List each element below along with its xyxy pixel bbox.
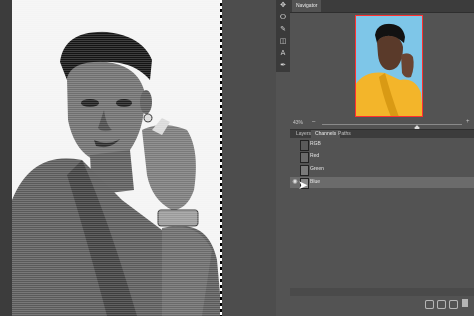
channel-thumbnail [300,140,309,151]
portrait-blue-channel-image [12,0,222,316]
save-selection-icon[interactable] [437,300,446,309]
pen-tool-icon[interactable]: ✒ [276,60,290,72]
channels-list: RGB Red Green ◉ Blue [290,138,474,288]
navigator-zoom-row: 43% – + [290,119,474,131]
navigator-header: Navigator [290,0,474,13]
tab-navigator[interactable]: Navigator [292,0,322,12]
channel-row-red[interactable]: Red [290,151,474,163]
lasso-tool-icon[interactable]: ⵔ [276,12,290,24]
pointer-cursor-icon: ➤ [298,178,309,192]
brush-tool-icon[interactable]: ✎ [276,24,290,36]
channel-row-green[interactable]: Green [290,164,474,176]
canvas-pasteboard [0,0,12,316]
move-tool-icon[interactable]: ✥ [276,0,290,12]
load-selection-icon[interactable] [425,300,434,309]
new-channel-icon[interactable] [449,300,458,309]
channel-row-rgb[interactable]: RGB [290,139,474,151]
trash-icon[interactable] [462,299,468,307]
zoom-out-icon[interactable]: – [312,119,315,125]
type-tool-icon[interactable]: A [276,48,290,60]
right-panels: Navigator 43% – + Layers Channels Paths [290,0,474,316]
channel-thumbnail [300,152,309,163]
navigator-view-box[interactable] [355,15,423,117]
navigator-panel [290,13,474,119]
channel-thumbnail [300,165,309,176]
visibility-icon[interactable] [291,165,299,174]
document-canvas[interactable] [0,0,276,316]
workspace-gap [276,72,290,316]
visibility-icon[interactable] [291,152,299,161]
channel-row-blue[interactable]: ◉ Blue [290,177,474,189]
zoom-in-icon[interactable]: + [466,119,470,125]
channel-name: Red [310,153,320,159]
zoom-level[interactable]: 43% [293,120,303,126]
visibility-icon[interactable] [291,140,299,149]
tool-strip: ✥ ⵔ ✎ ◫ A ✒ [276,0,291,72]
eraser-tool-icon[interactable]: ◫ [276,36,290,48]
channel-name: RGB [310,141,321,147]
selection-marquee-edge [220,0,222,316]
zoom-slider[interactable] [322,124,462,131]
channel-name: Green [310,166,324,172]
channel-name: Blue [310,179,321,185]
channels-panel-footer [290,296,474,316]
navigator-thumbnail[interactable] [355,15,423,117]
document-image [12,0,222,316]
